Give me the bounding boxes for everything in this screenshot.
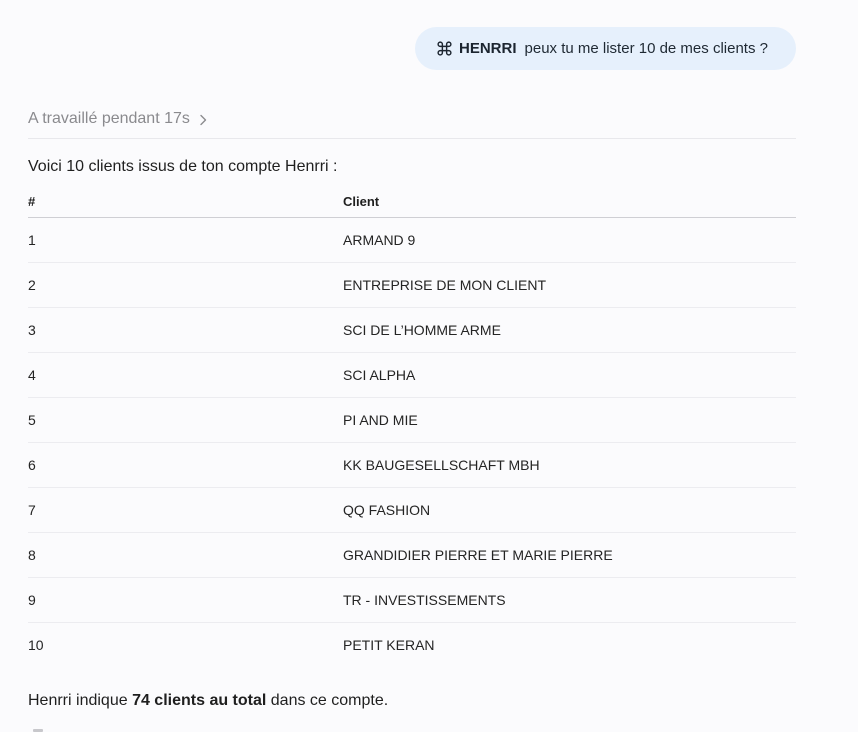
table-row: 8 GRANDIDIER PIERRE ET MARIE PIERRE xyxy=(28,532,796,578)
thinking-label: A travaillé pendant 17s xyxy=(28,110,190,127)
chat-page: HENRRI peux tu me lister 10 de mes clien… xyxy=(0,0,858,732)
client-name: PI AND MIE xyxy=(343,397,796,443)
summary-total: 74 clients au total xyxy=(132,692,267,709)
app-mention: HENRRI xyxy=(459,40,517,57)
client-name: ENTREPRISE DE MON CLIENT xyxy=(343,262,796,308)
table-row: 2 ENTREPRISE DE MON CLIENT xyxy=(28,262,796,308)
row-number: 1 xyxy=(28,217,343,263)
table-row: 6 KK BAUGESELLSCHAFT MBH xyxy=(28,442,796,488)
response-intro: Voici 10 clients issus de ton compte Hen… xyxy=(28,158,338,175)
thinking-toggle[interactable]: A travaillé pendant 17s xyxy=(28,110,796,139)
user-message-bubble: HENRRI peux tu me lister 10 de mes clien… xyxy=(415,27,796,70)
client-name: GRANDIDIER PIERRE ET MARIE PIERRE xyxy=(343,532,796,578)
client-name: SCI DE L’HOMME ARME xyxy=(343,307,796,353)
row-number: 2 xyxy=(28,262,343,308)
table-row: 7 QQ FASHION xyxy=(28,487,796,533)
row-number: 3 xyxy=(28,307,343,353)
summary-suffix: dans ce compte. xyxy=(266,692,389,709)
client-name: TR - INVESTISSEMENTS xyxy=(343,577,796,623)
table-row: 10 PETIT KERAN xyxy=(28,623,796,668)
chevron-right-icon xyxy=(196,113,210,127)
client-name: PETIT KERAN xyxy=(343,637,435,653)
row-number: 4 xyxy=(28,352,343,398)
response-summary: Henrri indique 74 clients au total dans … xyxy=(28,692,388,710)
table-row: 4 SCI ALPHA xyxy=(28,352,796,398)
client-name: KK BAUGESELLSCHAFT MBH xyxy=(343,442,796,488)
clients-table: # Client 1 ARMAND 9 2 ENTREPRISE DE MON … xyxy=(28,185,796,667)
row-number: 7 xyxy=(28,487,343,533)
row-number: 9 xyxy=(28,577,343,623)
table-row: 3 SCI DE L’HOMME ARME xyxy=(28,307,796,353)
table-header-row: # Client xyxy=(28,185,796,218)
user-message-text: peux tu me lister 10 de mes clients ? xyxy=(524,40,768,57)
command-icon xyxy=(436,40,453,57)
row-number: 8 xyxy=(28,532,343,578)
client-name: SCI ALPHA xyxy=(343,352,796,398)
column-header-number: # xyxy=(28,185,343,218)
client-name: ARMAND 9 xyxy=(343,217,796,263)
row-number: 6 xyxy=(28,442,343,488)
client-name: QQ FASHION xyxy=(343,487,796,533)
row-number: 5 xyxy=(28,397,343,443)
row-number: 10 xyxy=(28,637,44,653)
table-row: 1 ARMAND 9 xyxy=(28,217,796,263)
table-row: 9 TR - INVESTISSEMENTS xyxy=(28,577,796,623)
summary-prefix: Henrri indique xyxy=(28,692,133,709)
table-row: 5 PI AND MIE xyxy=(28,397,796,443)
column-header-client: Client xyxy=(343,185,796,218)
